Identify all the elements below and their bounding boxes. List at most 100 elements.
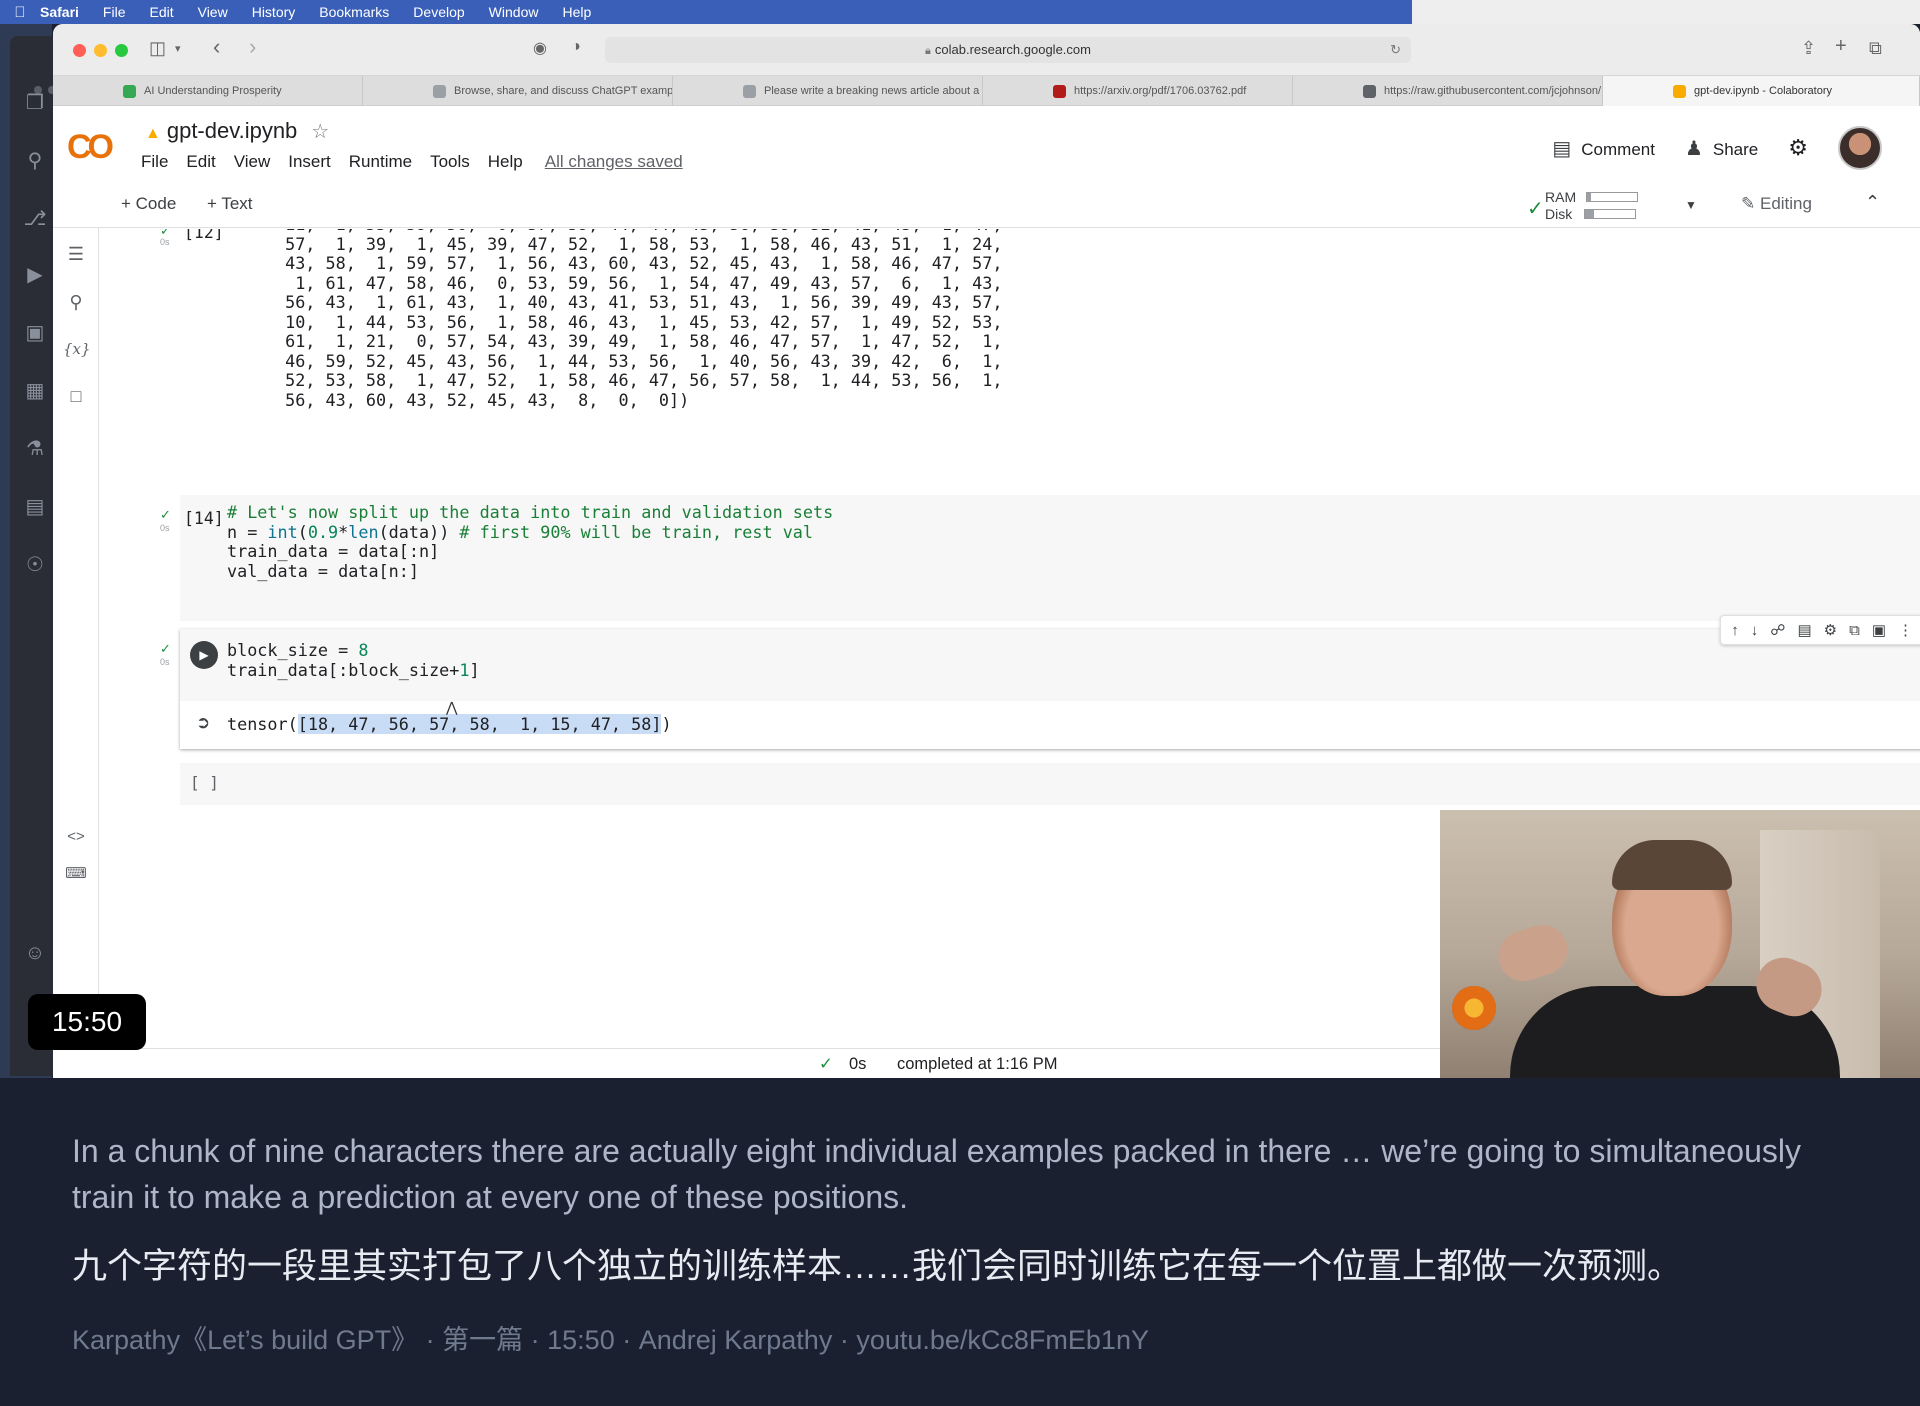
cell-duration: 0s	[160, 523, 170, 533]
colab-logo[interactable]: CO	[67, 128, 114, 167]
git-icon[interactable]: ☉	[22, 552, 48, 578]
back-icon[interactable]: ‹	[213, 34, 220, 60]
code-cell-split[interactable]: # Let's now split up the data into train…	[180, 495, 1920, 621]
address-bar[interactable]: 🔒︎ colab.research.google.com ↻	[605, 37, 1411, 63]
reload-icon[interactable]: ↻	[1390, 37, 1401, 63]
privacy-shield-icon[interactable]: ◑	[571, 38, 581, 56]
tab-favicon-icon	[1363, 84, 1376, 98]
menu-edit[interactable]: Edit	[149, 4, 173, 20]
move-up-icon[interactable]: ↑	[1731, 622, 1739, 639]
subtitle-chinese: 九个字符的一段里其实打包了八个独立的训练样本……我们会同时训练它在每一个位置上都…	[72, 1247, 1683, 1286]
tab-favicon-icon	[1053, 84, 1066, 98]
share-button[interactable]: ♟ Share	[1685, 136, 1758, 161]
search-icon[interactable]: ⚲	[22, 148, 48, 174]
colab-menu-edit[interactable]: Edit	[186, 152, 215, 172]
code-snippets-icon[interactable]: <>	[63, 828, 89, 845]
add-text-button[interactable]: + Text	[207, 194, 253, 214]
close-window-icon[interactable]	[73, 44, 86, 57]
tab-arxiv-pdf[interactable]: https://arxiv.org/pdf/1706.03762.pdf	[983, 76, 1293, 106]
drive-icon: ▲	[145, 125, 161, 142]
tab-breaking-news[interactable]: Please write a breaking news article abo…	[673, 76, 983, 106]
cell-action-toolbar: ↑ ↓ ☍ ▤ ⚙ ⧉ ▣ ⋮	[1720, 615, 1920, 645]
menu-view[interactable]: View	[198, 4, 228, 20]
subtitle-panel: In a chunk of nine characters there are …	[0, 1078, 1920, 1406]
password-icon[interactable]: ◉	[533, 38, 547, 58]
caret-down-icon[interactable]: ▼	[1685, 198, 1697, 212]
cell-output-tensor: 11, 1, 53, 59, 56, 0, 57, 59, 44, 44, 43…	[285, 229, 1003, 410]
account-icon[interactable]: ☺	[22, 940, 48, 966]
search-icon[interactable]: ⚲	[63, 292, 89, 313]
menu-bookmarks[interactable]: Bookmarks	[319, 4, 389, 20]
header-actions: ▤ Comment ♟ Share ⚙	[1552, 126, 1882, 170]
move-down-icon[interactable]: ↓	[1751, 622, 1759, 639]
tab-github-raw[interactable]: https://raw.githubusercontent.com/jcjohn…	[1293, 76, 1603, 106]
colab-menu-runtime[interactable]: Runtime	[349, 152, 412, 172]
save-status-link[interactable]: All changes saved	[545, 152, 683, 172]
status-check-icon: ✓	[819, 1055, 833, 1073]
debug-icon[interactable]: ▶	[22, 262, 48, 288]
code-cell-empty[interactable]: [ ]	[180, 763, 1920, 805]
cell-code[interactable]: # Let's now split up the data into train…	[227, 502, 833, 581]
link-icon[interactable]: ☍	[1770, 621, 1785, 639]
ram-meter	[1586, 191, 1639, 202]
tab-colab-notebook[interactable]: gpt-dev.ipynb - Colaboratory	[1603, 76, 1920, 106]
share-page-icon[interactable]: ⇪	[1801, 38, 1816, 59]
more-vert-icon[interactable]: ⋮	[1898, 621, 1913, 639]
tab-ai-prosperity[interactable]: AI Understanding Prosperity	[53, 76, 363, 106]
colab-menu-view[interactable]: View	[234, 152, 271, 172]
avatar[interactable]	[1838, 126, 1882, 170]
cell-code[interactable]: block_size = 8 train_data[:block_size+1]	[227, 640, 480, 680]
variables-icon[interactable]: {x}	[63, 340, 91, 358]
chevron-down-icon[interactable]: ▾	[175, 42, 181, 55]
minimize-window-icon[interactable]	[94, 44, 107, 57]
files-folder-icon[interactable]: □	[63, 386, 89, 407]
mirror-cell-icon[interactable]: ⧉	[1849, 622, 1860, 639]
output-options-icon[interactable]: ➲	[196, 713, 210, 733]
settings-gear-icon[interactable]: ⚙	[1788, 135, 1808, 161]
colab-menu-tools[interactable]: Tools	[430, 152, 470, 172]
notebook-title[interactable]: ▲ gpt-dev.ipynb ☆	[145, 118, 329, 144]
flask-icon[interactable]: ⚗	[22, 436, 48, 462]
colab-menu-insert[interactable]: Insert	[288, 152, 331, 172]
star-icon[interactable]: ☆	[311, 121, 329, 143]
comment-icon[interactable]: ▤	[1797, 621, 1811, 639]
comment-button[interactable]: ▤ Comment	[1552, 136, 1655, 161]
delete-icon[interactable]: ▣	[1872, 621, 1886, 639]
settings-gear-icon[interactable]: ⚙	[1824, 621, 1837, 639]
remote-icon[interactable]: ▣	[22, 320, 48, 346]
code-cell-active[interactable]: ▶ block_size = 8 train_data[:block_size+…	[180, 615, 1920, 749]
forward-icon[interactable]: ›	[249, 34, 256, 60]
menu-history[interactable]: History	[252, 4, 296, 20]
table-of-contents-icon[interactable]: ☰	[63, 244, 89, 265]
editing-mode-button[interactable]: ✎ Editing	[1741, 194, 1812, 214]
apple-icon[interactable]: 	[0, 4, 40, 21]
menu-window[interactable]: Window	[489, 4, 539, 20]
resource-monitor[interactable]: ✓ RAM Disk	[1527, 188, 1639, 222]
colab-sidebar: ☰ ⚲ {x} □ <> ⌨	[53, 228, 99, 1028]
run-cell-button[interactable]: ▶	[190, 641, 218, 669]
cell-exec-count: [ ]	[190, 773, 219, 792]
video-timestamp: 15:50	[28, 994, 146, 1050]
source-control-icon[interactable]: ⎇	[22, 206, 48, 232]
menu-help[interactable]: Help	[562, 4, 591, 20]
menu-app-name[interactable]: Safari	[40, 4, 79, 20]
sidebar-toggle-icon[interactable]: ◫	[149, 38, 166, 59]
notebook-icon[interactable]: ▤	[22, 494, 48, 520]
explorer-icon[interactable]: ❐	[22, 90, 48, 116]
status-completed: completed at 1:16 PM	[897, 1055, 1058, 1073]
tab-chatgpt-examples[interactable]: Browse, share, and discuss ChatGPT examp…	[363, 76, 673, 106]
command-palette-icon[interactable]: ⌨	[63, 864, 89, 882]
colab-menu-help[interactable]: Help	[488, 152, 523, 172]
macos-menubar:  Safari File Edit View History Bookmark…	[0, 0, 1920, 24]
tab-overview-icon[interactable]: ⧉	[1869, 38, 1882, 59]
collapse-header-icon[interactable]: ⌃	[1865, 192, 1880, 213]
notebook-title-text[interactable]: gpt-dev.ipynb	[167, 118, 297, 143]
menu-file[interactable]: File	[103, 4, 126, 20]
colab-menu: File Edit View Insert Runtime Tools Help…	[141, 152, 683, 172]
colab-menu-file[interactable]: File	[141, 152, 168, 172]
menu-develop[interactable]: Develop	[413, 4, 464, 20]
extensions-icon[interactable]: ▦	[22, 378, 48, 404]
add-code-button[interactable]: + Code	[121, 194, 176, 214]
zoom-window-icon[interactable]	[115, 44, 128, 57]
new-tab-icon[interactable]: +	[1835, 35, 1847, 58]
